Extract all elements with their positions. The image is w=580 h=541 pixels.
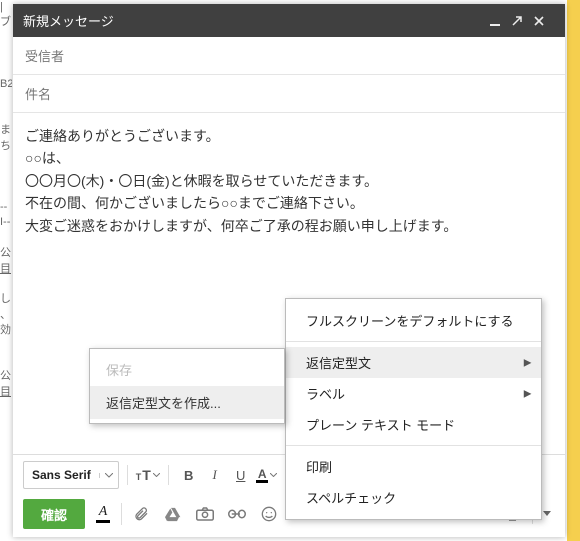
body-line: 〇〇月〇(木)・〇日(金)と休暇を取らせていただきます。 <box>25 170 553 192</box>
menu-item-plain-text[interactable]: プレーン テキスト モード <box>286 409 541 440</box>
menu-item-canned-responses[interactable]: 返信定型文 ▶ <box>286 347 541 378</box>
underline-button[interactable]: U <box>229 463 253 487</box>
chevron-down-icon <box>99 473 118 478</box>
compose-title: 新規メッセージ <box>23 11 114 30</box>
text-size-icon: TT <box>136 468 151 482</box>
subject-placeholder: 件名 <box>25 87 51 102</box>
text-color-button[interactable]: A <box>255 463 279 487</box>
compose-titlebar: 新規メッセージ <box>13 4 565 37</box>
popout-button[interactable] <box>511 15 533 27</box>
formatting-toggle[interactable]: A <box>91 500 115 528</box>
menu-item-print[interactable]: 印刷 <box>286 451 541 482</box>
submenu-header-save: 保存 <box>90 353 284 386</box>
submenu-item-create-canned[interactable]: 返信定型文を作成... <box>90 386 284 419</box>
menu-item-fullscreen-default[interactable]: フルスクリーンをデフォルトにする <box>286 305 541 336</box>
menu-item-label[interactable]: ラベル ▶ <box>286 378 541 409</box>
font-family-dropdown[interactable]: Sans Serif <box>23 461 119 489</box>
submenu-arrow-icon: ▶ <box>524 388 532 399</box>
close-button[interactable] <box>533 15 555 27</box>
italic-button[interactable]: I <box>203 463 227 487</box>
text-color-icon: A <box>256 468 268 483</box>
body-line: 大変ご迷惑をおかけしますが、何卒ご了承の程お願い申し上げます。 <box>25 215 553 237</box>
drive-icon[interactable] <box>160 501 186 527</box>
send-button[interactable]: 確認 <box>23 499 85 529</box>
insert-photo-icon[interactable] <box>192 501 218 527</box>
minimize-button[interactable] <box>489 15 511 27</box>
insert-link-icon[interactable] <box>224 501 250 527</box>
body-line: ○○は、 <box>25 147 553 169</box>
insert-emoji-icon[interactable] <box>256 501 282 527</box>
body-line: 不在の間、何かございましたら○○までご連絡下さい。 <box>25 192 553 214</box>
body-line: ご連絡ありがとうございます。 <box>25 125 553 147</box>
canned-responses-submenu: 保存 返信定型文を作成... <box>89 348 285 424</box>
font-size-button[interactable]: TT <box>136 463 160 487</box>
subject-field[interactable]: 件名 <box>13 75 565 113</box>
bold-button[interactable]: B <box>177 463 201 487</box>
recipients-placeholder: 受信者 <box>25 49 64 64</box>
more-options-menu: フルスクリーンをデフォルトにする 返信定型文 ▶ ラベル ▶ プレーン テキスト… <box>285 298 542 520</box>
attach-icon[interactable] <box>128 501 154 527</box>
recipients-field[interactable]: 受信者 <box>13 37 565 75</box>
font-family-label: Sans Serif <box>24 468 99 482</box>
menu-item-spellcheck[interactable]: スペルチェック <box>286 482 541 513</box>
submenu-arrow-icon: ▶ <box>524 357 532 368</box>
